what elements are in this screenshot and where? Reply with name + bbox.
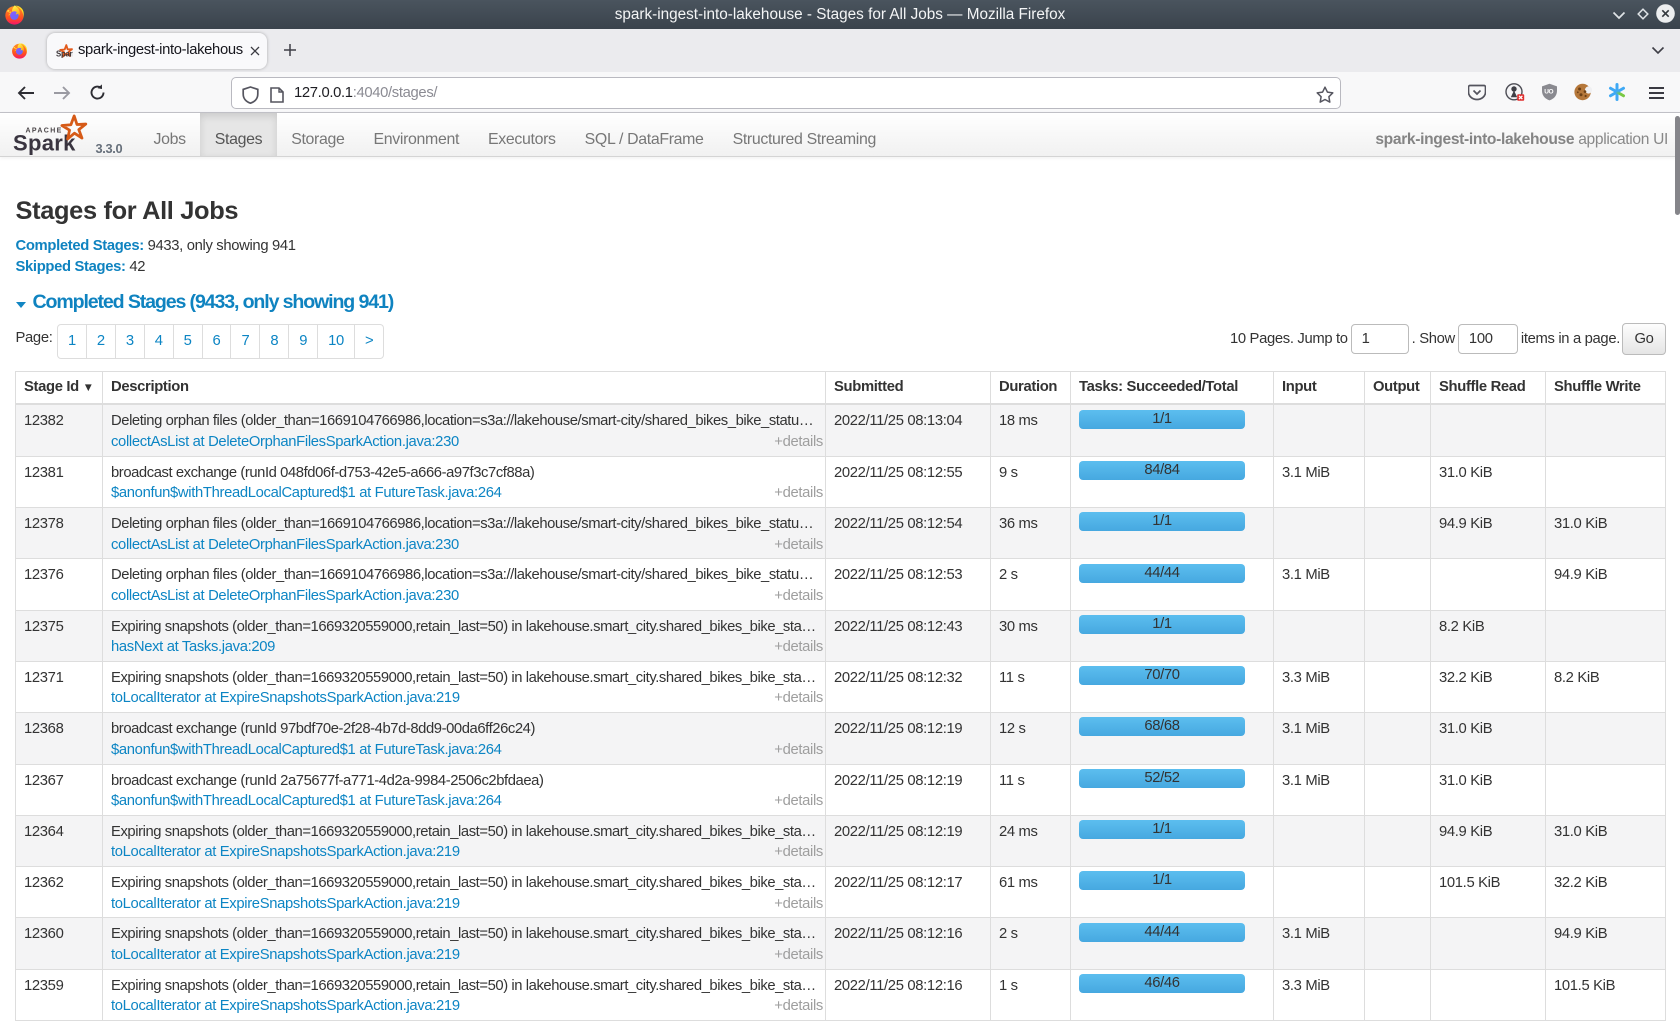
svg-text:Spark: Spark [13,131,76,156]
svg-text:UO: UO [1544,89,1553,96]
svg-text:Spark: Spark [56,49,73,58]
